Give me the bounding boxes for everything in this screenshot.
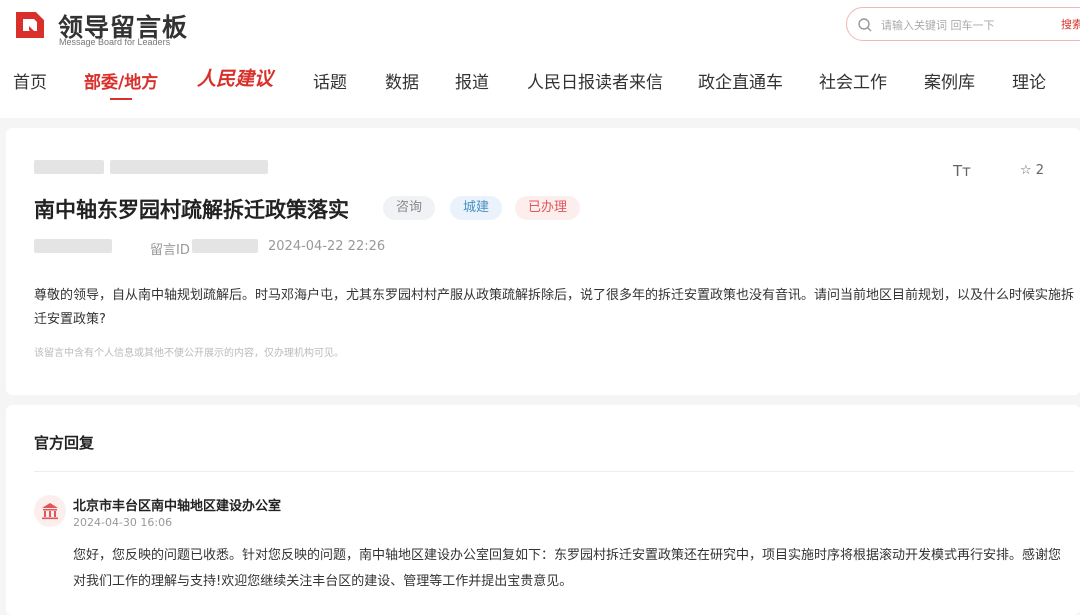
message-body: 尊敬的领导，自从南中轴规划疏解后。时马邓海户屯，尤其东罗园村村产服从政策疏解拆除…: [34, 288, 1075, 327]
official-reply-card: 官方回复 北京市丰台区南中轴地区建设办公室 2024-04-30 16:06 您…: [6, 405, 1080, 615]
redacted-author: [34, 239, 112, 253]
logo-mark-icon: [12, 6, 50, 44]
nav-item-home[interactable]: 首页: [13, 68, 47, 93]
logo-subtitle: Message Board for Leaders: [59, 37, 171, 47]
message-id-label: 留言ID: [150, 243, 190, 258]
nav-item-gov-enterprise[interactable]: 政企直通车: [698, 68, 783, 93]
redacted-breadcrumb: [110, 160, 268, 174]
search-icon: [857, 17, 873, 33]
redacted-message-id: [192, 239, 258, 253]
nav-item-case-library[interactable]: 案例库: [924, 68, 975, 93]
star-icon: ☆: [1020, 163, 1032, 178]
font-size-icon[interactable]: Tт: [953, 162, 971, 180]
site-logo[interactable]: 领导留言板 Message Board for Leaders: [12, 6, 187, 47]
government-building-icon: [34, 495, 66, 527]
reply-datetime: 2024-04-30 16:06: [73, 516, 173, 529]
reply-section-title: 官方回复: [34, 434, 95, 452]
nav-item-ministries-local[interactable]: 部委/地方: [84, 68, 158, 93]
redacted-breadcrumb: [34, 160, 104, 174]
search-box: 搜索: [846, 7, 1080, 41]
nav-item-social-work[interactable]: 社会工作: [819, 68, 887, 93]
status-badge: 已办理: [515, 196, 581, 220]
main-nav: 首页 部委/地方 人民建议 话题 数据 报道 人民日报读者来信 政企直通车 社会…: [0, 62, 1080, 102]
message-datetime: 2024-04-22 22:26: [268, 239, 386, 254]
nav-item-reports[interactable]: 报道: [455, 68, 489, 93]
tag-urban-construction: 城建: [450, 196, 503, 220]
privacy-note: 该留言中含有个人信息或其他不便公开展示的内容，仅办理机构可见。: [34, 348, 344, 359]
favorite-count: 2: [1035, 163, 1045, 178]
nav-item-data[interactable]: 数据: [385, 68, 419, 93]
search-button[interactable]: 搜索: [1061, 16, 1080, 32]
top-bar: 领导留言板 Message Board for Leaders 搜索 首页 部委…: [0, 0, 1080, 118]
tag-consult: 咨询: [383, 196, 436, 220]
message-title: 南中轴东罗园村疏解拆迁政策落实: [34, 198, 349, 222]
nav-item-readers-letters[interactable]: 人民日报读者来信: [527, 68, 663, 93]
nav-item-theory[interactable]: 理论: [1012, 68, 1046, 93]
search-input[interactable]: [881, 14, 1051, 36]
active-nav-indicator: [110, 98, 132, 100]
nav-item-peoples-suggestion[interactable]: 人民建议: [197, 64, 273, 91]
reply-organization: 北京市丰台区南中轴地区建设办公室: [73, 499, 282, 514]
favorite-button[interactable]: ☆ 2: [1020, 163, 1044, 178]
reply-body: 您好，您反映的问题已收悉。针对您反映的问题，南中轴地区建设办公室回复如下：东罗园…: [73, 548, 1062, 589]
message-card: Tт ☆ 2 南中轴东罗园村疏解拆迁政策落实 咨询 城建 已办理 留言ID 20…: [6, 128, 1080, 395]
nav-item-topics[interactable]: 话题: [313, 68, 347, 93]
divider: [34, 471, 1074, 472]
